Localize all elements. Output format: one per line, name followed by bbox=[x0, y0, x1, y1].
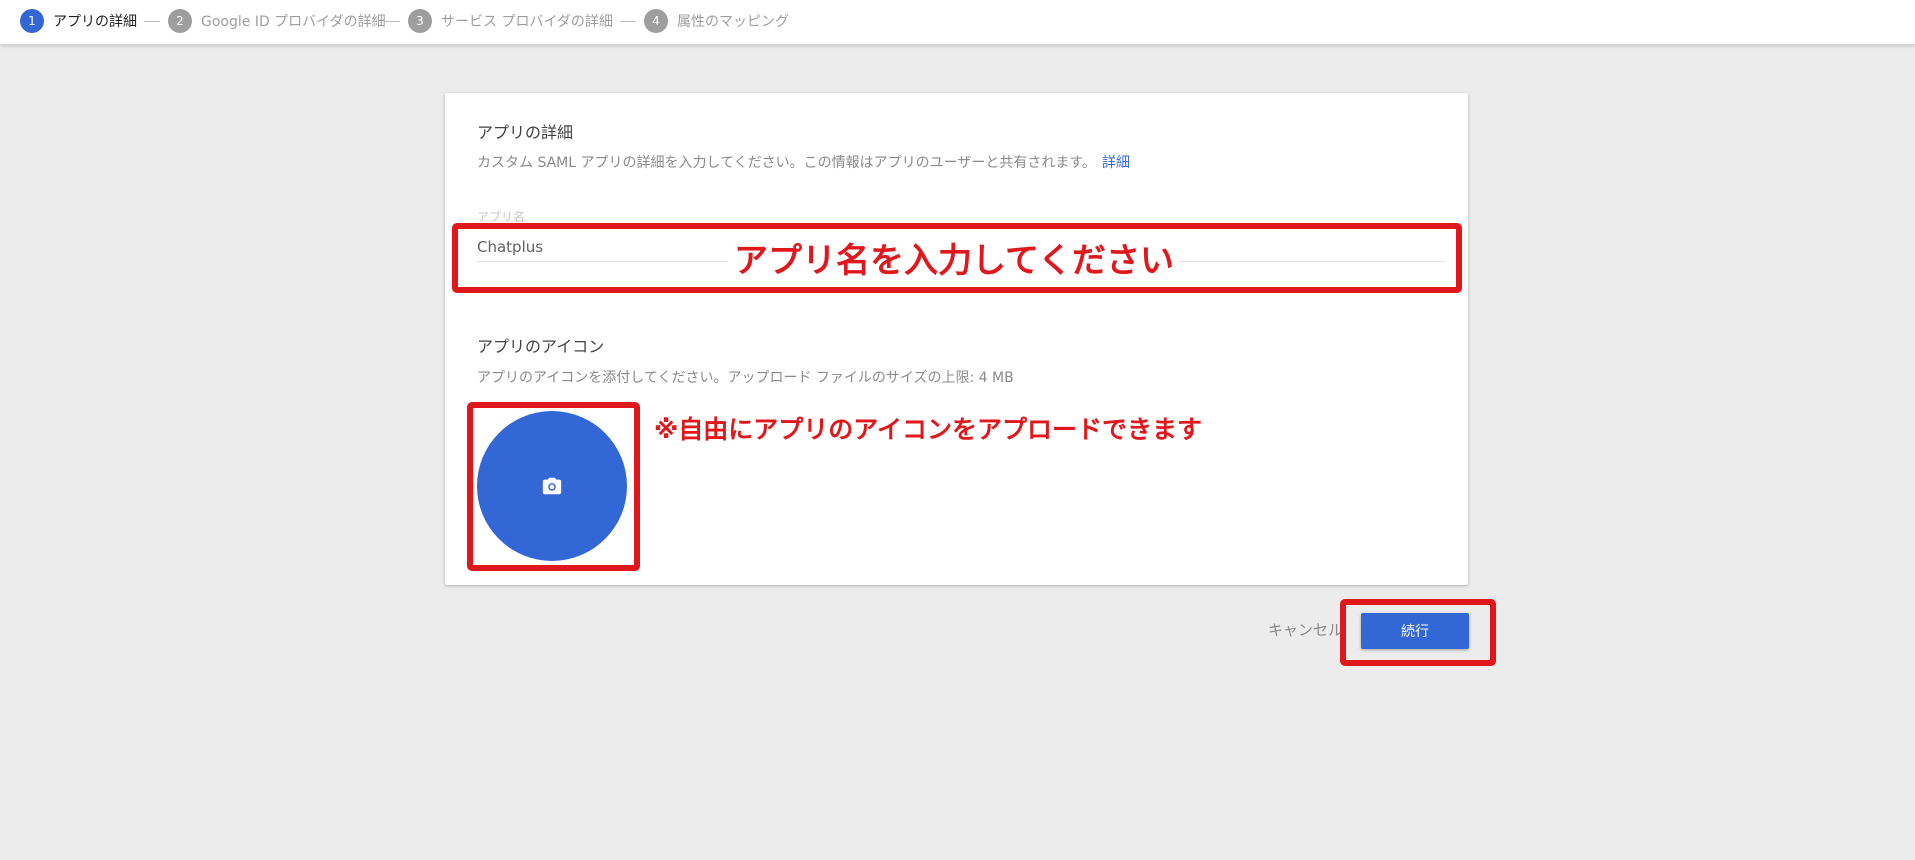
app-details-description-text: カスタム SAML アプリの詳細を入力してください。この情報はアプリのユーザーと… bbox=[477, 155, 1096, 171]
step-google-idp-details: 2 Google ID プロバイダの詳細 bbox=[168, 9, 386, 33]
app-name-label: アプリ名 bbox=[477, 210, 526, 224]
app-icon-title: アプリのアイコン bbox=[477, 337, 605, 356]
step-separator bbox=[384, 21, 400, 22]
app-details-title: アプリの詳細 bbox=[477, 123, 574, 142]
icon-upload-button[interactable] bbox=[477, 411, 627, 561]
details-link[interactable]: 詳細 bbox=[1102, 155, 1130, 171]
continue-button[interactable]: 続行 bbox=[1361, 613, 1469, 649]
setup-stepper: 1 アプリの詳細 2 Google ID プロバイダの詳細 3 サービス プロバ… bbox=[0, 0, 1915, 45]
cancel-button[interactable]: キャンセル bbox=[1268, 619, 1343, 640]
app-details-description: カスタム SAML アプリの詳細を入力してください。この情報はアプリのユーザーと… bbox=[477, 152, 1130, 172]
step-label: アプリの詳細 bbox=[53, 14, 137, 30]
app-icon-description: アプリのアイコンを添付してください。アップロード ファイルのサイズの上限: 4 … bbox=[477, 370, 1014, 386]
step-number: 4 bbox=[644, 9, 668, 33]
step-separator bbox=[144, 21, 160, 22]
step-label: サービス プロバイダの詳細 bbox=[441, 14, 613, 30]
step-separator bbox=[620, 21, 636, 22]
step-app-details: 1 アプリの詳細 bbox=[20, 9, 137, 33]
step-service-provider-details: 3 サービス プロバイダの詳細 bbox=[408, 9, 613, 33]
camera-icon bbox=[542, 477, 562, 495]
step-attribute-mapping: 4 属性のマッピング bbox=[644, 9, 789, 33]
step-label: 属性のマッピング bbox=[677, 14, 789, 30]
step-number: 3 bbox=[408, 9, 432, 33]
step-label: Google ID プロバイダの詳細 bbox=[201, 14, 386, 30]
app-details-card: アプリの詳細 カスタム SAML アプリの詳細を入力してください。この情報はアプ… bbox=[445, 93, 1468, 585]
app-icon-annotation: ※自由にアプリのアイコンをアプロードできます bbox=[654, 415, 1203, 444]
step-number: 2 bbox=[168, 9, 192, 33]
app-name-annotation: アプリ名を入力してください bbox=[728, 233, 1180, 282]
step-number: 1 bbox=[20, 9, 44, 33]
